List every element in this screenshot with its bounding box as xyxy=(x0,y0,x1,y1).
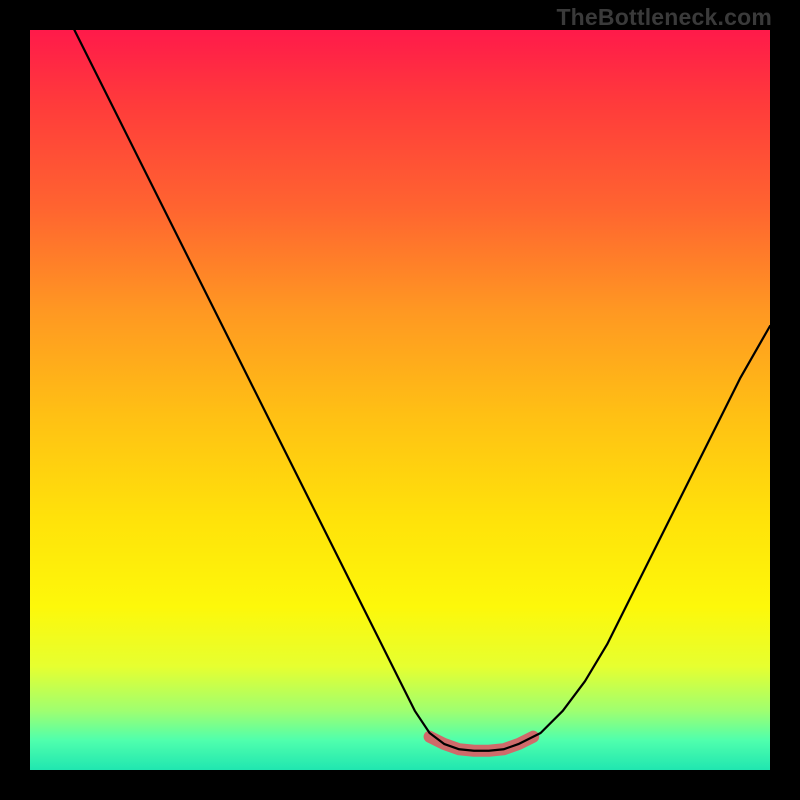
watermark-text: TheBottleneck.com xyxy=(556,4,772,31)
chart-container: TheBottleneck.com xyxy=(0,0,800,800)
plot-area xyxy=(30,30,770,770)
bottleneck-curve-path xyxy=(74,30,770,751)
chart-svg xyxy=(30,30,770,770)
